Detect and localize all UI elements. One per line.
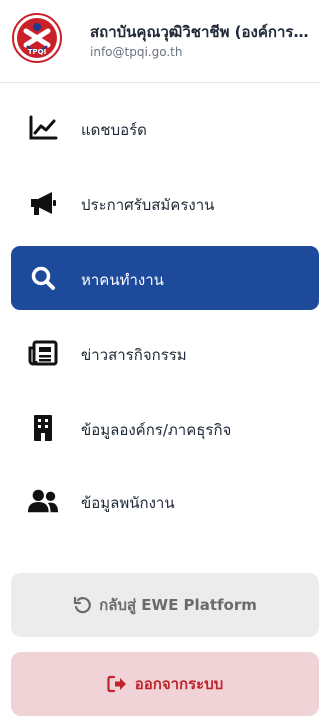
- nav-label-find-workers: หาคนทำงาน: [81, 271, 164, 289]
- nav-item-employees[interactable]: ข้อมูลพนักงาน: [11, 469, 319, 533]
- logout-button[interactable]: ออกจากระบบ: [11, 652, 319, 716]
- chart-line-icon: [27, 112, 59, 144]
- organization-email: info@tpqi.go.th: [90, 45, 183, 59]
- logout-button-label: ออกจากระบบ: [134, 675, 224, 693]
- organization-name: สถาบันคุณวุฒิวิชาชีพ (องค์การมหาชน): [90, 23, 312, 41]
- nav-item-job-announcements[interactable]: ประกาศรับสมัครงาน: [11, 171, 319, 235]
- nav-label-job-announcements: ประกาศรับสมัครงาน: [81, 196, 215, 214]
- newspaper-icon: [27, 337, 59, 369]
- nav-label-employees: ข้อมูลพนักงาน: [81, 494, 175, 512]
- nav-label-organization: ข้อมูลองค์กร/ภาคธุรกิจ: [81, 421, 232, 439]
- logout-icon: [107, 675, 127, 693]
- nav-item-dashboard[interactable]: แดชบอร์ด: [11, 96, 319, 160]
- building-icon: [27, 412, 59, 444]
- nav-label-news: ข่าวสารกิจกรรม: [81, 346, 187, 364]
- megaphone-icon: [27, 187, 59, 219]
- sidebar-header: TPQI สถาบันคุณวุฒิวิชาชีพ (องค์การมหาชน)…: [0, 0, 320, 83]
- logo-text: TPQI: [28, 48, 46, 56]
- search-icon: [27, 262, 59, 294]
- undo-icon: [73, 596, 91, 614]
- back-button-label: กลับสู่ EWE Platform: [99, 596, 257, 614]
- nav-item-organization[interactable]: ข้อมูลองค์กร/ภาคธุรกิจ: [11, 396, 319, 460]
- tpqi-logo: TPQI: [12, 13, 62, 63]
- back-to-platform-button[interactable]: กลับสู่ EWE Platform: [11, 573, 319, 637]
- nav-item-news[interactable]: ข่าวสารกิจกรรม: [11, 321, 319, 385]
- users-icon: [27, 485, 59, 517]
- nav-label-dashboard: แดชบอร์ด: [81, 121, 147, 139]
- nav-item-find-workers[interactable]: หาคนทำงาน: [11, 246, 319, 310]
